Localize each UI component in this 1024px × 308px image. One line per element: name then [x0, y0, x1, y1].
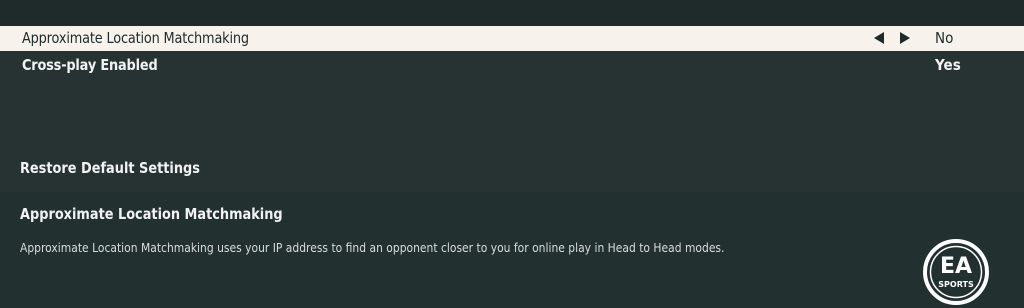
setting-row-approximate-location-matchmaking[interactable]: Approximate Location Matchmaking No: [0, 26, 1024, 51]
help-description: Approximate Location Matchmaking uses yo…: [20, 240, 725, 255]
help-panel: Approximate Location Matchmaking Approxi…: [0, 192, 1024, 308]
setting-label: Approximate Location Matchmaking: [22, 29, 249, 47]
restore-default-settings-button[interactable]: Restore Default Settings: [20, 159, 200, 177]
arrow-right-icon[interactable]: [900, 32, 910, 44]
setting-value: No: [935, 29, 954, 47]
setting-value: Yes: [935, 56, 961, 74]
ea-sports-logo: EA SPORTS: [923, 239, 989, 305]
setting-row-cross-play-enabled[interactable]: Cross-play Enabled Yes: [0, 53, 1024, 78]
arrow-left-icon[interactable]: [874, 32, 884, 44]
setting-label: Cross-play Enabled: [22, 56, 158, 74]
logo-text-sports: SPORTS: [938, 280, 974, 289]
settings-panel: Approximate Location Matchmaking No Cros…: [0, 0, 1024, 192]
help-title: Approximate Location Matchmaking: [20, 205, 283, 223]
header-band: [0, 0, 1024, 26]
logo-text-ea: EA: [940, 254, 972, 279]
option-switcher[interactable]: [872, 31, 914, 47]
